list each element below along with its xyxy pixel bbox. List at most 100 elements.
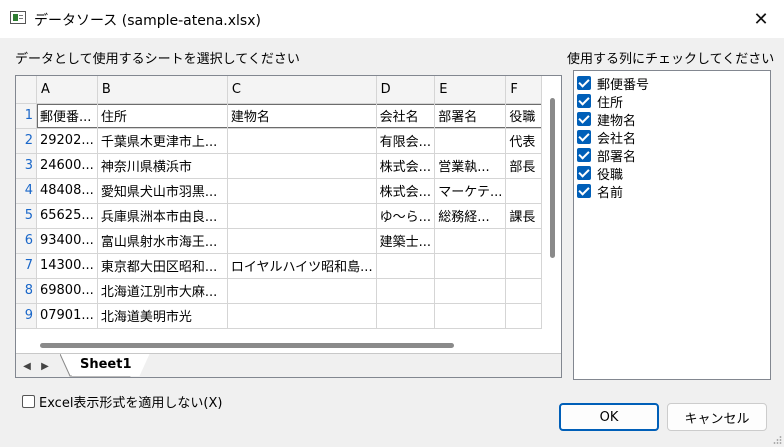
grid-cell — [505, 253, 542, 279]
grid-cell: 課長 — [505, 203, 542, 229]
sheet-prompt-label: データとして使用するシートを選択してください — [15, 52, 300, 67]
column-header-c[interactable]: C — [227, 76, 377, 104]
table-row[interactable]: 8 69800... 北海道江別市大麻... — [16, 278, 542, 304]
grid-cell: 69800... — [36, 278, 98, 304]
list-item[interactable]: 住所 — [577, 92, 770, 111]
grid-cell: 部長 — [505, 153, 542, 179]
grid-cells: A B C D E F 1 郵便番... 住所 建物名 会社名 部署名 役職 2… — [16, 76, 542, 338]
row-number: 3 — [16, 153, 37, 179]
excel-format-checkbox[interactable] — [22, 395, 35, 408]
sheet-preview-grid[interactable]: A B C D E F 1 郵便番... 住所 建物名 会社名 部署名 役職 2… — [15, 75, 562, 378]
grid-cell: 部署名 — [434, 103, 507, 129]
grid-cell: 48408... — [36, 178, 98, 204]
column-item-label: 会社名 — [597, 131, 637, 147]
list-item[interactable]: 会社名 — [577, 128, 770, 147]
grid-cell: 有限会... — [376, 128, 436, 154]
checkbox-checked[interactable] — [577, 130, 591, 144]
cancel-button[interactable]: キャンセル — [667, 403, 767, 431]
table-row[interactable]: 5 65625... 兵庫県洲本市由良... ゆ〜ら... 総務経... 課長 — [16, 203, 542, 229]
grid-cell: 65625... — [36, 203, 98, 229]
row-number: 5 — [16, 203, 37, 229]
sheet-scroll-left-button[interactable]: ◀ — [20, 358, 34, 374]
grid-cell: 代表 — [505, 128, 542, 154]
column-item-label: 建物名 — [597, 113, 637, 129]
title-bar: データソース (sample-atena.xlsx) ✕ — [0, 0, 784, 38]
excel-format-option[interactable]: Excel表示形式を適用しない(X) — [22, 392, 223, 411]
ok-button[interactable]: OK — [559, 403, 659, 431]
close-button[interactable]: ✕ — [738, 0, 784, 38]
grid-cell — [227, 278, 377, 304]
checkbox-checked[interactable] — [577, 76, 591, 90]
grid-cell — [434, 253, 507, 279]
list-item[interactable]: 建物名 — [577, 110, 770, 129]
grid-cell — [227, 128, 377, 154]
vertical-scroll-thumb[interactable] — [550, 98, 555, 258]
row-number: 6 — [16, 228, 37, 254]
list-item[interactable]: 郵便番号 — [577, 74, 770, 93]
grid-cell: 東京都大田区昭和... — [97, 253, 228, 279]
list-item[interactable]: 部署名 — [577, 146, 770, 165]
horizontal-scroll-thumb[interactable] — [40, 343, 454, 348]
row-number: 2 — [16, 128, 37, 154]
column-item-label: 部署名 — [597, 149, 637, 165]
column-item-label: 郵便番号 — [597, 77, 650, 93]
table-row[interactable]: 4 48408... 愛知県犬山市羽黒... 株式会... マーケテ... — [16, 178, 542, 204]
column-checklist[interactable]: 郵便番号 住所 建物名 会社名 部署名 役職 名前 — [573, 70, 771, 380]
triangle-right-icon: ▶ — [41, 360, 49, 372]
table-row[interactable]: 1 郵便番... 住所 建物名 会社名 部署名 役職 — [16, 103, 542, 129]
column-header-e[interactable]: E — [434, 76, 507, 104]
column-header-a[interactable]: A — [36, 76, 98, 104]
grid-cell — [434, 128, 507, 154]
resize-grip-icon[interactable] — [772, 435, 782, 445]
grid-cell — [376, 303, 436, 329]
grid-cell: 北海道美明市光 — [97, 303, 228, 329]
window-title: データソース (sample-atena.xlsx) — [34, 13, 261, 29]
grid-cell — [376, 278, 436, 304]
checkbox-checked[interactable] — [577, 166, 591, 180]
grid-cell: 千葉県木更津市上... — [97, 128, 228, 154]
column-header-b[interactable]: B — [97, 76, 228, 104]
grid-cell: 建物名 — [227, 103, 377, 129]
list-item[interactable]: 役職 — [577, 164, 770, 183]
grid-cell — [376, 253, 436, 279]
grid-cell — [227, 228, 377, 254]
grid-cell — [434, 228, 507, 254]
column-header-f[interactable]: F — [505, 76, 542, 104]
table-row[interactable]: 3 24600... 神奈川県横浜市 株式会... 営業執... 部長 — [16, 153, 542, 179]
sheet-scroll-right-button[interactable]: ▶ — [38, 358, 52, 374]
sheet-tab-bar: ◀ ▶ Sheet1 — [16, 353, 561, 377]
grid-cell: 住所 — [97, 103, 228, 129]
excel-format-label: Excel表示形式を適用しない(X) — [39, 396, 223, 411]
checkbox-checked[interactable] — [577, 112, 591, 126]
row-number: 9 — [16, 303, 37, 329]
grid-cell: 兵庫県洲本市由良... — [97, 203, 228, 229]
columns-prompt-label: 使用する列にチェックしてください — [567, 52, 775, 67]
grid-cell — [227, 178, 377, 204]
grid-cell: ロイヤルハイツ昭和島... — [227, 253, 377, 279]
grid-cell: 神奈川県横浜市 — [97, 153, 228, 179]
grid-cell: 株式会... — [376, 178, 436, 204]
horizontal-scrollbar[interactable] — [16, 338, 543, 351]
column-item-label: 名前 — [597, 185, 624, 201]
table-row[interactable]: 7 14300... 東京都大田区昭和... ロイヤルハイツ昭和島... — [16, 253, 542, 279]
checkbox-checked[interactable] — [577, 94, 591, 108]
table-row[interactable]: 6 93400... 富山県射水市海王... 建築士... — [16, 228, 542, 254]
checkbox-checked[interactable] — [577, 184, 591, 198]
table-row[interactable]: 9 07901... 北海道美明市光 — [16, 303, 542, 329]
row-number: 7 — [16, 253, 37, 279]
grid-cell: 14300... — [36, 253, 98, 279]
grid-cell — [505, 278, 542, 304]
table-row[interactable]: 2 29202... 千葉県木更津市上... 有限会... 代表 — [16, 128, 542, 154]
grid-cell: 建築士... — [376, 228, 436, 254]
grid-corner — [16, 76, 37, 104]
grid-cell: 24600... — [36, 153, 98, 179]
column-header-d[interactable]: D — [376, 76, 436, 104]
grid-cell: マーケテ... — [434, 178, 507, 204]
checkbox-checked[interactable] — [577, 148, 591, 162]
row-number: 4 — [16, 178, 37, 204]
list-item[interactable]: 名前 — [577, 182, 770, 201]
grid-cell: 07901... — [36, 303, 98, 329]
vertical-scrollbar[interactable] — [543, 76, 561, 338]
column-item-label: 役職 — [597, 167, 624, 183]
sheet-tab-sheet1[interactable]: Sheet1 — [62, 354, 150, 376]
